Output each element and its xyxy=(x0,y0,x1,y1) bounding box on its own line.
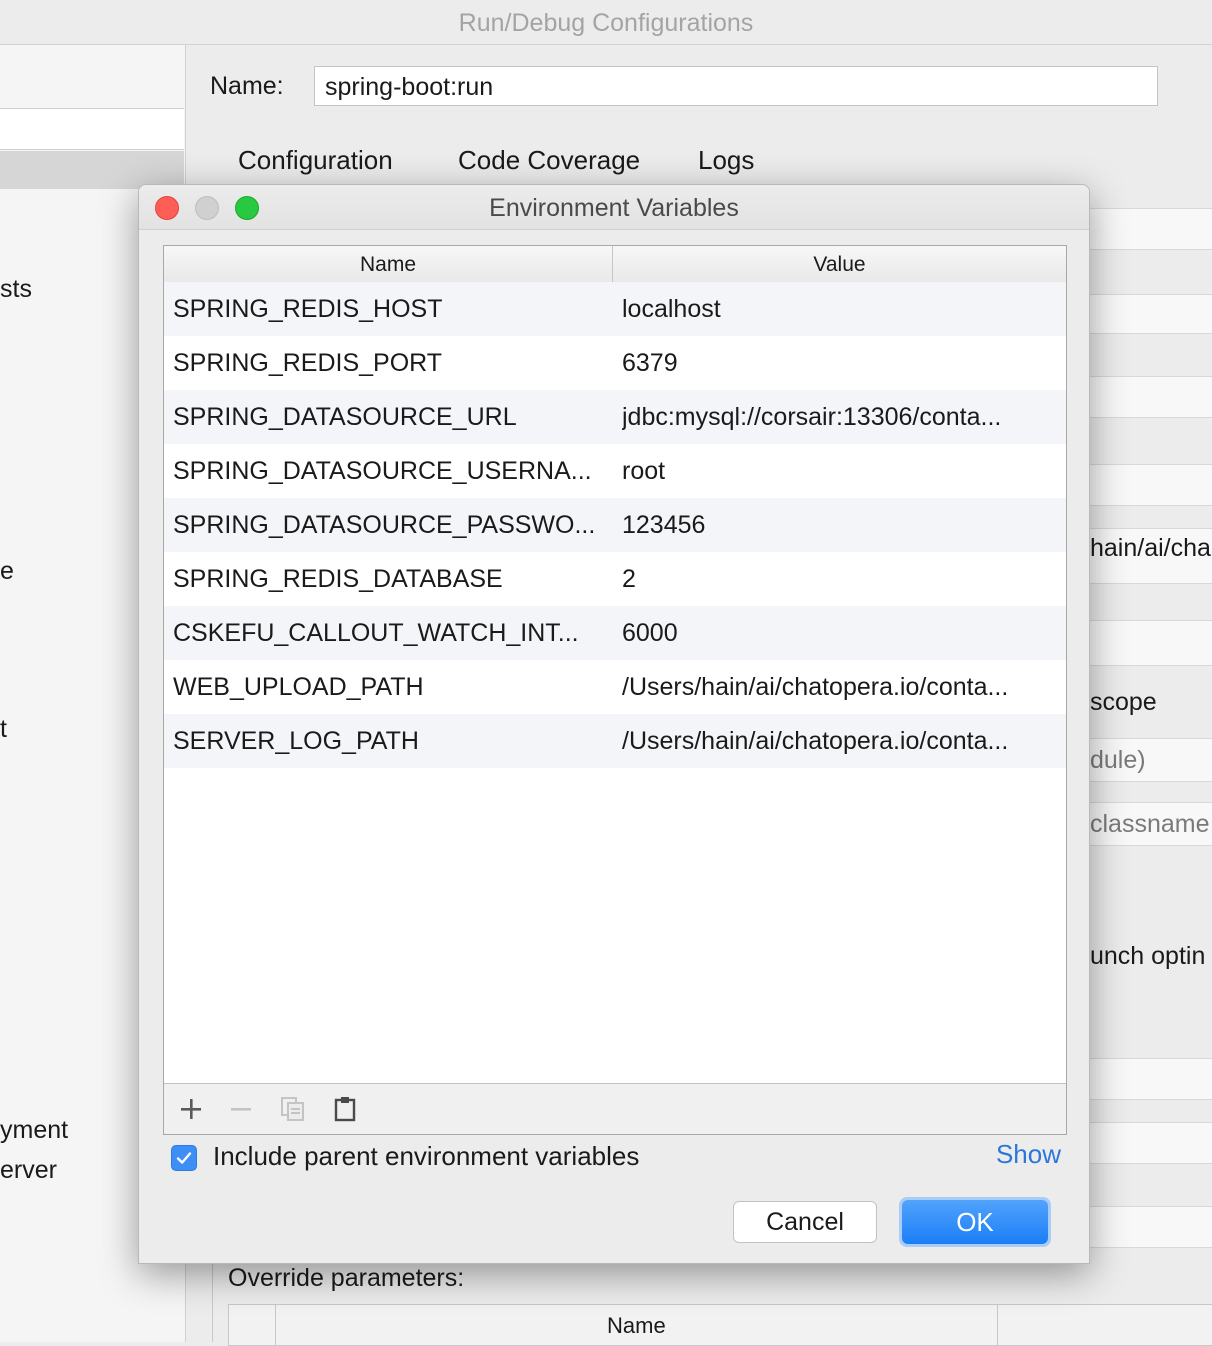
value-column-header[interactable]: Value xyxy=(613,246,1066,282)
config-form-strip: hain/ai/cha scope dule) classname unch o… xyxy=(1090,190,1212,1342)
form-field[interactable] xyxy=(1090,1122,1212,1164)
tab-logs[interactable]: Logs xyxy=(698,145,754,176)
override-parameters-table[interactable]: Name xyxy=(228,1304,1212,1346)
column-divider xyxy=(275,1305,276,1345)
form-field[interactable] xyxy=(1090,294,1212,334)
tree-item-fragment[interactable]: sts xyxy=(0,275,32,304)
env-var-name[interactable]: CSKEFU_CALLOUT_WATCH_INT... xyxy=(173,606,605,660)
env-var-value[interactable]: 2 xyxy=(622,552,1058,606)
window-title: Run/Debug Configurations xyxy=(0,0,1212,45)
ok-button[interactable]: OK xyxy=(899,1197,1051,1247)
copy-icon xyxy=(281,1097,304,1121)
include-parent-checkbox[interactable] xyxy=(171,1145,197,1171)
env-var-value[interactable]: 123456 xyxy=(622,498,1058,552)
env-var-name[interactable]: WEB_UPLOAD_PATH xyxy=(173,660,605,714)
table-row[interactable]: SPRING_DATASOURCE_USERNA... root xyxy=(164,444,1066,498)
override-parameters-label: Override parameters: xyxy=(228,1264,465,1292)
close-window-button[interactable] xyxy=(155,196,179,220)
checkmark-icon xyxy=(176,1152,192,1164)
form-field[interactable] xyxy=(1090,464,1212,506)
env-var-value[interactable]: /Users/hain/ai/chatopera.io/conta... xyxy=(622,660,1058,714)
dialog-title: Environment Variables xyxy=(139,185,1089,230)
copy-button[interactable] xyxy=(278,1094,308,1124)
env-var-name[interactable]: SERVER_LOG_PATH xyxy=(173,714,605,768)
plus-icon xyxy=(181,1099,201,1119)
env-var-name[interactable]: SPRING_REDIS_DATABASE xyxy=(173,552,605,606)
form-field-fragment: hain/ai/cha xyxy=(1090,534,1211,562)
tab-code-coverage[interactable]: Code Coverage xyxy=(458,145,640,176)
env-var-name[interactable]: SPRING_REDIS_PORT xyxy=(173,336,605,390)
table-header: Name Value xyxy=(164,246,1066,283)
env-var-name[interactable]: SPRING_DATASOURCE_PASSWO... xyxy=(173,498,605,552)
include-parent-label[interactable]: Include parent environment variables xyxy=(213,1141,639,1172)
table-row[interactable]: SPRING_DATASOURCE_PASSWO... 123456 xyxy=(164,498,1066,552)
table-row[interactable]: CSKEFU_CALLOUT_WATCH_INT... 6000 xyxy=(164,606,1066,660)
column-divider xyxy=(997,1305,998,1345)
table-row[interactable]: SERVER_LOG_PATH /Users/hain/ai/chatopera… xyxy=(164,714,1066,768)
environment-variables-dialog: Environment Variables Name Value SPRING_… xyxy=(138,184,1090,1264)
form-field[interactable] xyxy=(1090,1058,1212,1100)
config-name-input[interactable]: spring-boot:run xyxy=(314,66,1158,106)
env-var-value[interactable]: jdbc:mysql://corsair:13306/conta... xyxy=(622,390,1058,444)
remove-button[interactable] xyxy=(226,1094,256,1124)
form-field[interactable] xyxy=(1090,1206,1212,1248)
cancel-button[interactable]: Cancel xyxy=(733,1201,877,1243)
env-var-name[interactable]: SPRING_DATASOURCE_URL xyxy=(173,390,605,444)
tree-item-fragment[interactable]: t xyxy=(0,715,7,744)
form-field-fragment: scope xyxy=(1090,688,1157,716)
env-var-value[interactable]: 6379 xyxy=(622,336,1058,390)
table-row[interactable]: SPRING_REDIS_DATABASE 2 xyxy=(164,552,1066,606)
clipboard-icon xyxy=(334,1097,356,1122)
tree-item-fragment[interactable]: erver xyxy=(0,1156,57,1185)
env-var-name[interactable]: SPRING_DATASOURCE_USERNA... xyxy=(173,444,605,498)
env-var-value[interactable]: localhost xyxy=(622,282,1058,336)
paste-button[interactable] xyxy=(330,1094,360,1124)
table-row[interactable]: SPRING_DATASOURCE_URL jdbc:mysql://corsa… xyxy=(164,390,1066,444)
table-toolbar xyxy=(164,1083,1066,1134)
table-row[interactable]: SPRING_REDIS_HOST localhost xyxy=(164,282,1066,336)
form-field[interactable] xyxy=(1090,376,1212,418)
tree-item-fragment[interactable]: e xyxy=(0,557,14,586)
override-name-header[interactable]: Name xyxy=(607,1313,666,1339)
env-vars-table: Name Value SPRING_REDIS_HOST localhost S… xyxy=(163,245,1067,1135)
name-column-header[interactable]: Name xyxy=(164,246,613,282)
ok-button-label: OK xyxy=(902,1200,1048,1244)
form-field[interactable] xyxy=(1090,620,1212,666)
form-field-fragment: unch optin xyxy=(1090,942,1206,970)
env-var-name[interactable]: SPRING_REDIS_HOST xyxy=(173,282,605,336)
tree-item-fragment[interactable]: yment xyxy=(0,1116,68,1145)
env-var-value[interactable]: 6000 xyxy=(622,606,1058,660)
tree-search-field[interactable] xyxy=(0,108,184,150)
tab-configuration[interactable]: Configuration xyxy=(238,145,393,176)
table-row[interactable]: WEB_UPLOAD_PATH /Users/hain/ai/chatopera… xyxy=(164,660,1066,714)
add-button[interactable] xyxy=(176,1094,206,1124)
zoom-window-button[interactable] xyxy=(235,196,259,220)
env-var-value[interactable]: /Users/hain/ai/chatopera.io/conta... xyxy=(622,714,1058,768)
show-link[interactable]: Show xyxy=(996,1139,1061,1170)
env-var-value[interactable]: root xyxy=(622,444,1058,498)
table-row[interactable]: SPRING_REDIS_PORT 6379 xyxy=(164,336,1066,390)
form-field-fragment: classname xyxy=(1090,810,1210,838)
minimize-window-button[interactable] xyxy=(195,196,219,220)
form-field-fragment: dule) xyxy=(1090,746,1146,774)
name-label: Name: xyxy=(210,72,284,100)
form-field[interactable] xyxy=(1090,208,1212,250)
minus-icon xyxy=(231,1108,251,1111)
